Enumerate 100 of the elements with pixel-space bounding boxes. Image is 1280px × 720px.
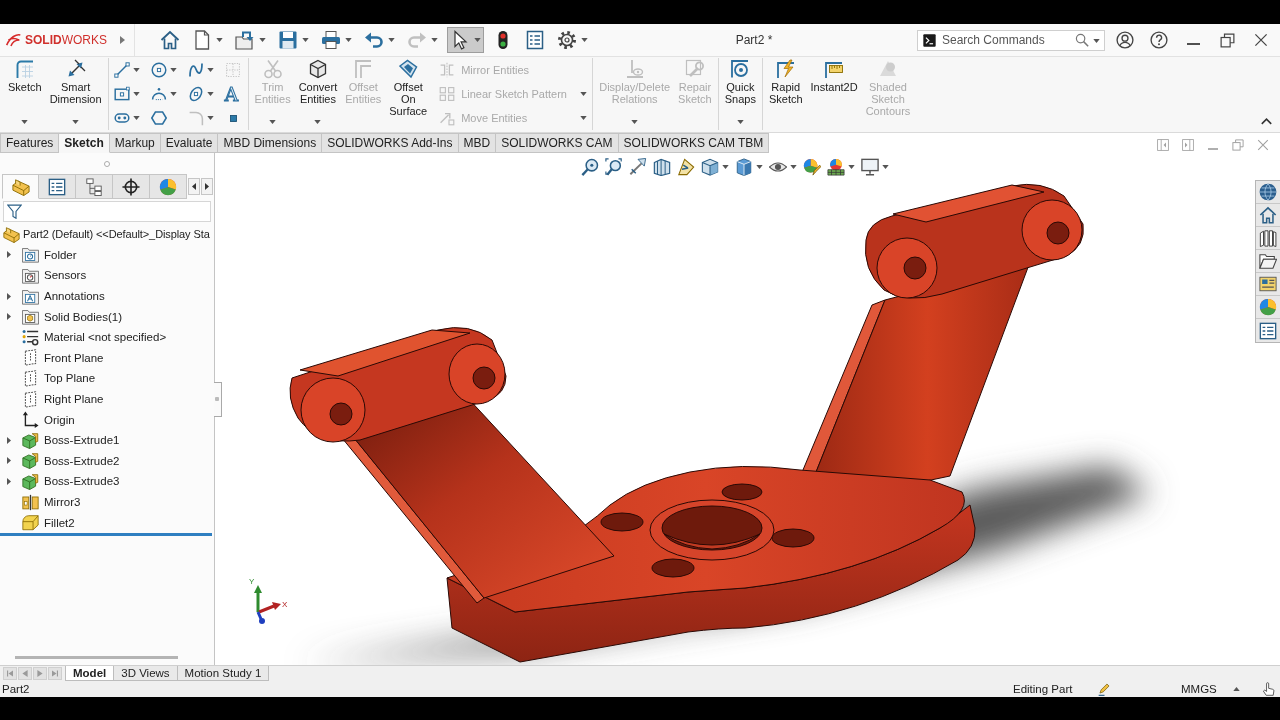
point-icon <box>229 114 237 122</box>
caret-down-icon <box>345 38 352 42</box>
tree-item[interactable]: Right Plane <box>22 390 104 408</box>
tree-item[interactable]: Material <not specified> <box>22 328 167 346</box>
caret-down-icon <box>132 92 140 96</box>
hand-pointer-icon[interactable] <box>1262 682 1276 696</box>
slot-icon <box>113 110 130 126</box>
command-tab[interactable]: MBD <box>458 133 497 153</box>
command-tab[interactable]: Sketch <box>59 133 110 153</box>
view-toolbar-button[interactable] <box>677 158 695 176</box>
extrude-block-icon <box>22 431 39 449</box>
sketch-tool-button[interactable]: A <box>222 82 245 106</box>
arc-icon <box>150 86 167 102</box>
rollback-bar[interactable] <box>0 532 212 536</box>
tree-item[interactable]: Folder <box>22 246 77 264</box>
ribbon-button[interactable]: Instant2D <box>807 58 861 129</box>
cube-icon <box>307 59 328 79</box>
scrollbar[interactable] <box>15 656 178 659</box>
panel-tab[interactable] <box>39 174 76 199</box>
command-tab[interactable]: MBD Dimensions <box>218 133 323 153</box>
status-document-name: Part2 <box>1 683 31 695</box>
filter-field[interactable] <box>3 201 211 222</box>
expand-arrow-icon[interactable] <box>7 477 11 485</box>
panel-tab[interactable] <box>113 174 150 199</box>
task-pane-tab[interactable] <box>1256 181 1280 204</box>
view-toolbar-button[interactable] <box>861 158 889 176</box>
curved-surface-icon <box>398 59 419 79</box>
target-icon <box>730 59 751 79</box>
scroll-left-button[interactable] <box>188 178 200 195</box>
view-toolbar-button[interactable] <box>629 158 647 176</box>
page-icon <box>192 30 212 50</box>
ribbon-button[interactable]: Smart Dimension <box>46 58 105 129</box>
property-list-icon <box>1259 321 1277 340</box>
view-toolbar-button[interactable] <box>581 158 599 176</box>
caret-down-icon <box>21 120 29 124</box>
command-tab[interactable]: Markup <box>109 133 161 153</box>
annotation-view-icon <box>677 158 695 176</box>
axis-triad-icon <box>254 585 281 624</box>
skip-end-icon <box>52 670 58 677</box>
scroll-right-button[interactable] <box>201 178 213 195</box>
view-toolbar-button[interactable] <box>605 158 623 176</box>
expand-arrow-icon[interactable] <box>7 292 11 300</box>
tree-item[interactable]: Boss-Extrude1 <box>22 431 120 449</box>
sketch-corner-icon <box>14 59 35 79</box>
expand-arrow-icon[interactable] <box>7 251 11 259</box>
view-toolbar-button[interactable] <box>803 158 821 176</box>
caret-down-icon <box>736 120 744 124</box>
command-tab[interactable]: SOLIDWORKS Add-Ins <box>322 133 459 153</box>
ribbon-button[interactable]: Quick Snaps <box>721 58 759 129</box>
tree-item[interactable]: Annotations <box>22 287 105 305</box>
pattern-squares-icon <box>439 86 456 102</box>
tree-item[interactable]: Sensors <box>22 267 87 284</box>
ribbon-button[interactable]: Convert Entities <box>295 58 341 129</box>
menu-flyout-button[interactable] <box>118 33 127 47</box>
collapse-ribbon-button[interactable] <box>1259 116 1273 126</box>
offset-corner-icon <box>353 59 374 79</box>
tree-item[interactable]: Top Plane <box>22 369 96 387</box>
property-list-icon <box>48 177 66 196</box>
ribbon-button[interactable]: Rapid Sketch <box>765 58 806 129</box>
expand-arrow-icon[interactable] <box>7 313 11 321</box>
caret-down-icon <box>269 120 277 124</box>
expand-arrow-icon[interactable] <box>7 436 11 444</box>
configuration-tree-icon <box>85 177 103 196</box>
tree-item[interactable]: Boss-Extrude3 <box>22 472 120 490</box>
bottom-tab[interactable]: 3D Views <box>114 666 178 681</box>
view-toolbar-button[interactable] <box>735 158 763 176</box>
tree-item[interactable]: Origin <box>22 411 75 429</box>
command-tab[interactable]: Evaluate <box>160 133 219 153</box>
tree-item[interactable]: Boss-Extrude2 <box>22 452 120 470</box>
task-pane-tab[interactable] <box>1256 204 1280 227</box>
task-pane-tab[interactable] <box>1256 227 1280 250</box>
search-field[interactable]: Search Commands <box>917 29 1105 51</box>
view-toolbar-button[interactable] <box>653 158 671 176</box>
view-toolbar-button[interactable] <box>701 158 729 176</box>
command-tab[interactable]: SOLIDWORKS CAM <box>496 133 619 153</box>
plane-icon <box>22 390 39 408</box>
expand-arrow-icon[interactable] <box>7 457 11 465</box>
panel-splitter-handle[interactable] <box>214 382 222 417</box>
command-tab[interactable]: SOLIDWORKS CAM TBM <box>618 133 770 153</box>
units-dropdown[interactable]: MMGS <box>1181 683 1240 695</box>
tree-item[interactable]: Front Plane <box>22 349 104 367</box>
plane-icon <box>22 369 39 387</box>
tree-item[interactable]: Fillet2 <box>22 514 75 532</box>
ribbon-button[interactable]: Sketch <box>5 58 45 129</box>
rounded-block-icon <box>22 514 39 532</box>
bottom-tab[interactable]: Motion Study 1 <box>177 666 270 681</box>
caret-down-icon <box>169 68 177 72</box>
command-tab[interactable]: Features <box>0 133 60 153</box>
view-toolbar-button[interactable] <box>827 158 855 176</box>
minimize-icon <box>1186 43 1200 45</box>
bottom-tab[interactable]: Model <box>65 666 115 681</box>
folder-icon <box>22 308 39 326</box>
tree-item[interactable]: Solid Bodies(1) <box>22 308 122 326</box>
toolbar-button[interactable] <box>447 27 484 53</box>
grip-handle[interactable] <box>104 160 110 167</box>
ribbon-button[interactable]: Offset On Surface <box>386 58 431 129</box>
color-ball-pencil-icon <box>803 158 821 176</box>
tree-item[interactable]: Mirror3 <box>22 493 81 511</box>
plane-icon <box>22 349 39 367</box>
tree-root-item[interactable]: Part2 (Default) <<Default>_Display Sta <box>3 225 210 243</box>
